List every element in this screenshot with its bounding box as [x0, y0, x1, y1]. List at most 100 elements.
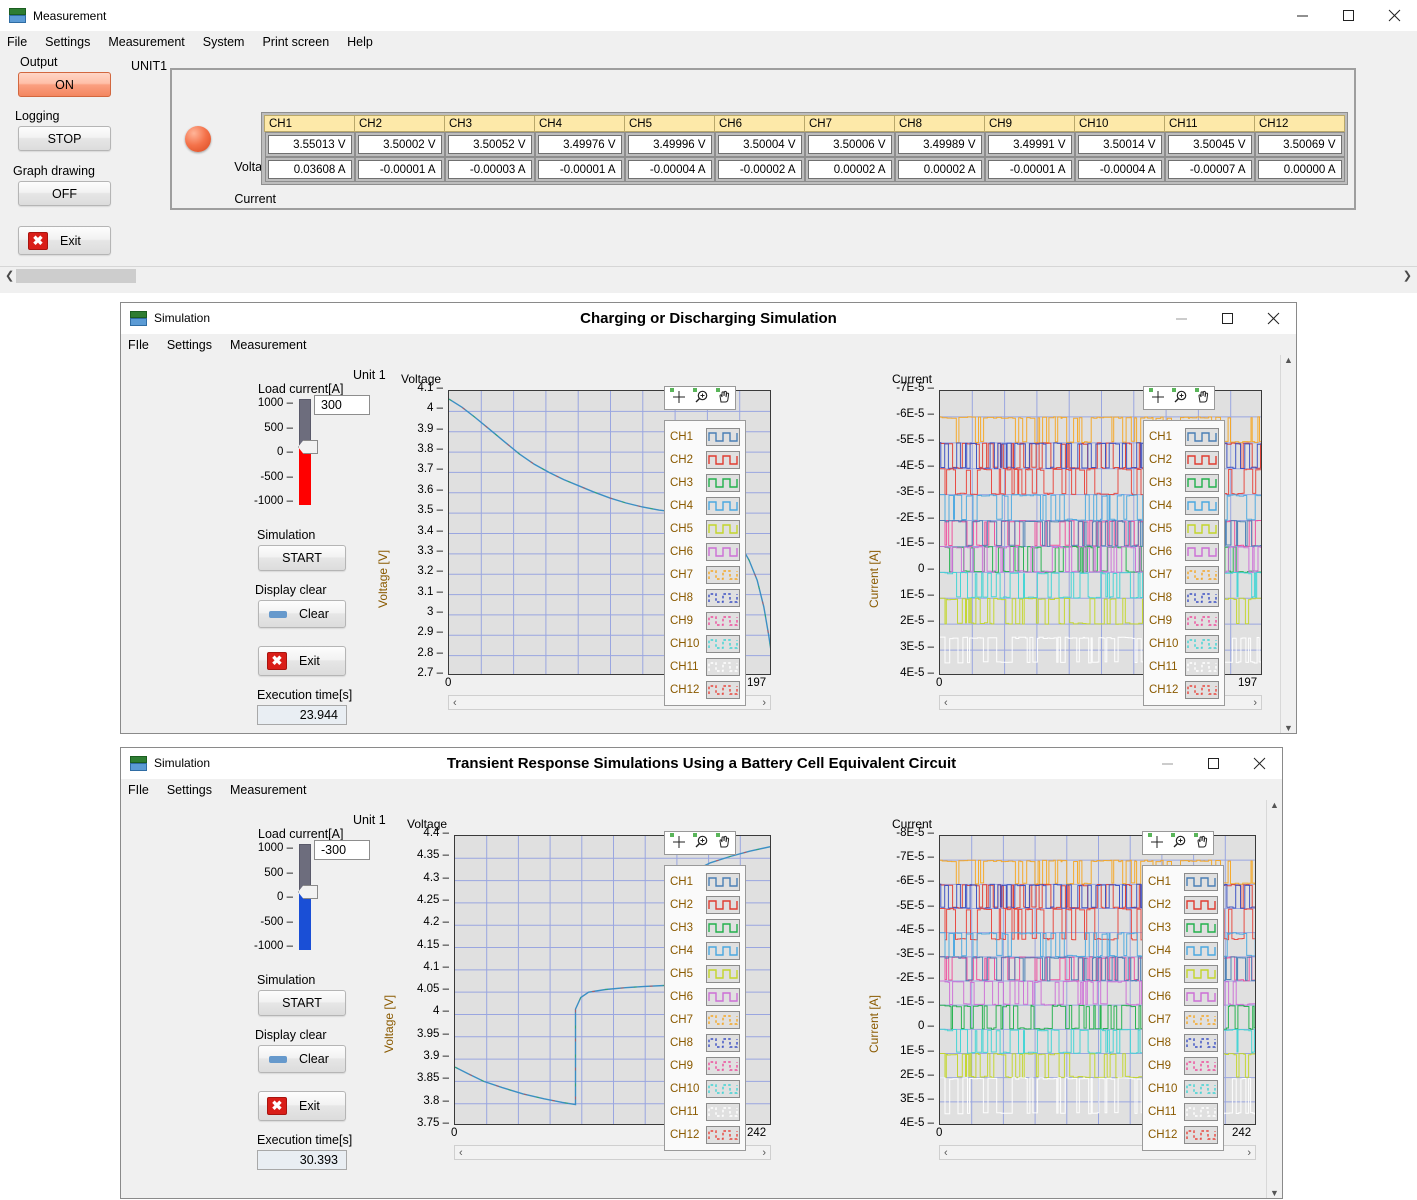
- scroll-left-icon[interactable]: ‹: [940, 697, 952, 709]
- legend-swatch[interactable]: [706, 1079, 740, 1098]
- scroll-left-icon[interactable]: ‹: [455, 1147, 467, 1159]
- menu-settings[interactable]: Settings: [167, 338, 221, 352]
- sim-vertical-scrollbar[interactable]: ▲ ▼: [1266, 800, 1282, 1198]
- legend-swatch[interactable]: [1185, 519, 1219, 538]
- legend-item-ch1[interactable]: CH1: [670, 425, 740, 448]
- sim-vertical-scrollbar[interactable]: ▲ ▼: [1280, 355, 1296, 733]
- legend-item-ch6[interactable]: CH6: [1149, 540, 1219, 563]
- legend-swatch[interactable]: [1184, 941, 1218, 960]
- legend-item-ch4[interactable]: CH4: [670, 494, 740, 517]
- legend-swatch[interactable]: [1184, 1056, 1218, 1075]
- menu-measurement[interactable]: Measurement: [230, 338, 315, 352]
- zoom-magnifier-icon[interactable]: [1171, 832, 1187, 854]
- load-current-input[interactable]: -300: [314, 840, 370, 860]
- legend-swatch[interactable]: [1185, 634, 1219, 653]
- clear-button[interactable]: Clear: [258, 1045, 346, 1073]
- legend-item-ch9[interactable]: CH9: [670, 609, 740, 632]
- legend-item-ch2[interactable]: CH2: [1148, 893, 1218, 916]
- scroll-up-icon[interactable]: ▲: [1284, 355, 1293, 365]
- close-icon[interactable]: [1236, 748, 1282, 779]
- legend-item-ch9[interactable]: CH9: [670, 1054, 740, 1077]
- crosshair-cursor-icon[interactable]: [670, 832, 686, 854]
- pan-hand-icon[interactable]: [716, 387, 732, 409]
- zoom-magnifier-icon[interactable]: [693, 387, 709, 409]
- legend-swatch[interactable]: [1185, 496, 1219, 515]
- legend-item-ch3[interactable]: CH3: [1149, 471, 1219, 494]
- output-toggle-button[interactable]: ON: [18, 72, 111, 97]
- legend-swatch[interactable]: [706, 1056, 740, 1075]
- start-button[interactable]: START: [258, 990, 346, 1016]
- maximize-icon[interactable]: [1325, 0, 1371, 31]
- menu-system[interactable]: System: [203, 35, 254, 49]
- measurement-horizontal-scrollbar[interactable]: ❮ ❯: [0, 266, 1417, 284]
- pan-hand-icon[interactable]: [716, 832, 732, 854]
- menu-measurement[interactable]: Measurement: [108, 35, 193, 49]
- legend-item-ch3[interactable]: CH3: [670, 916, 740, 939]
- legend-swatch[interactable]: [706, 496, 740, 515]
- legend-item-ch1[interactable]: CH1: [1149, 425, 1219, 448]
- legend-item-ch2[interactable]: CH2: [1149, 448, 1219, 471]
- legend-item-ch10[interactable]: CH10: [1149, 632, 1219, 655]
- legend-item-ch9[interactable]: CH9: [1149, 609, 1219, 632]
- legend-swatch[interactable]: [1184, 1010, 1218, 1029]
- legend-item-ch10[interactable]: CH10: [670, 1077, 740, 1100]
- zoom-magnifier-icon[interactable]: [693, 832, 709, 854]
- scroll-left-icon[interactable]: ‹: [449, 697, 461, 709]
- legend-swatch[interactable]: [1185, 473, 1219, 492]
- legend-item-ch2[interactable]: CH2: [670, 448, 740, 471]
- clear-button[interactable]: Clear: [258, 600, 346, 628]
- legend-swatch[interactable]: [1184, 987, 1218, 1006]
- close-icon[interactable]: [1250, 303, 1296, 334]
- legend-item-ch4[interactable]: CH4: [1148, 939, 1218, 962]
- legend-item-ch11[interactable]: CH11: [1149, 655, 1219, 678]
- legend-swatch[interactable]: [706, 1010, 740, 1029]
- crosshair-cursor-icon[interactable]: [1149, 387, 1165, 409]
- legend-item-ch7[interactable]: CH7: [1148, 1008, 1218, 1031]
- legend-item-ch1[interactable]: CH1: [1148, 870, 1218, 893]
- legend-item-ch7[interactable]: CH7: [670, 563, 740, 586]
- zoom-magnifier-icon[interactable]: [1172, 387, 1188, 409]
- menu-settings[interactable]: Settings: [45, 35, 99, 49]
- legend-swatch[interactable]: [1184, 1102, 1218, 1121]
- menu-file[interactable]: FIle: [128, 338, 158, 352]
- start-button[interactable]: START: [258, 545, 346, 571]
- legend-swatch[interactable]: [706, 1125, 740, 1144]
- scroll-down-icon[interactable]: ▼: [1284, 723, 1293, 733]
- legend-item-ch12[interactable]: CH12: [1149, 678, 1219, 701]
- menu-print-screen[interactable]: Print screen: [262, 35, 338, 49]
- legend-swatch[interactable]: [706, 450, 740, 469]
- legend-item-ch9[interactable]: CH9: [1148, 1054, 1218, 1077]
- legend-item-ch4[interactable]: CH4: [1149, 494, 1219, 517]
- crosshair-cursor-icon[interactable]: [1148, 832, 1164, 854]
- scroll-right-icon[interactable]: ›: [758, 1147, 770, 1159]
- legend-item-ch12[interactable]: CH12: [670, 678, 740, 701]
- scroll-right-icon[interactable]: ›: [1249, 697, 1261, 709]
- legend-item-ch5[interactable]: CH5: [670, 962, 740, 985]
- legend-swatch[interactable]: [1184, 918, 1218, 937]
- legend-item-ch4[interactable]: CH4: [670, 939, 740, 962]
- legend-swatch[interactable]: [1184, 964, 1218, 983]
- legend-item-ch12[interactable]: CH12: [1148, 1123, 1218, 1146]
- legend-item-ch1[interactable]: CH1: [670, 870, 740, 893]
- legend-swatch[interactable]: [706, 918, 740, 937]
- scroll-right-icon[interactable]: ›: [758, 697, 770, 709]
- legend-item-ch6[interactable]: CH6: [670, 540, 740, 563]
- legend-swatch[interactable]: [706, 657, 740, 676]
- maximize-icon[interactable]: [1190, 748, 1236, 779]
- legend-swatch[interactable]: [706, 895, 740, 914]
- legend-swatch[interactable]: [1185, 588, 1219, 607]
- legend-swatch[interactable]: [706, 473, 740, 492]
- legend-swatch[interactable]: [706, 588, 740, 607]
- legend-swatch[interactable]: [706, 542, 740, 561]
- legend-item-ch6[interactable]: CH6: [670, 985, 740, 1008]
- menu-file[interactable]: FIle: [128, 783, 158, 797]
- legend-item-ch3[interactable]: CH3: [1148, 916, 1218, 939]
- logging-stop-button[interactable]: STOP: [18, 126, 111, 151]
- legend-item-ch10[interactable]: CH10: [1148, 1077, 1218, 1100]
- graph-drawing-button[interactable]: OFF: [18, 181, 111, 206]
- legend-item-ch2[interactable]: CH2: [670, 893, 740, 916]
- legend-item-ch8[interactable]: CH8: [670, 1031, 740, 1054]
- minimize-icon[interactable]: [1144, 748, 1190, 779]
- legend-swatch[interactable]: [1185, 657, 1219, 676]
- legend-swatch[interactable]: [706, 427, 740, 446]
